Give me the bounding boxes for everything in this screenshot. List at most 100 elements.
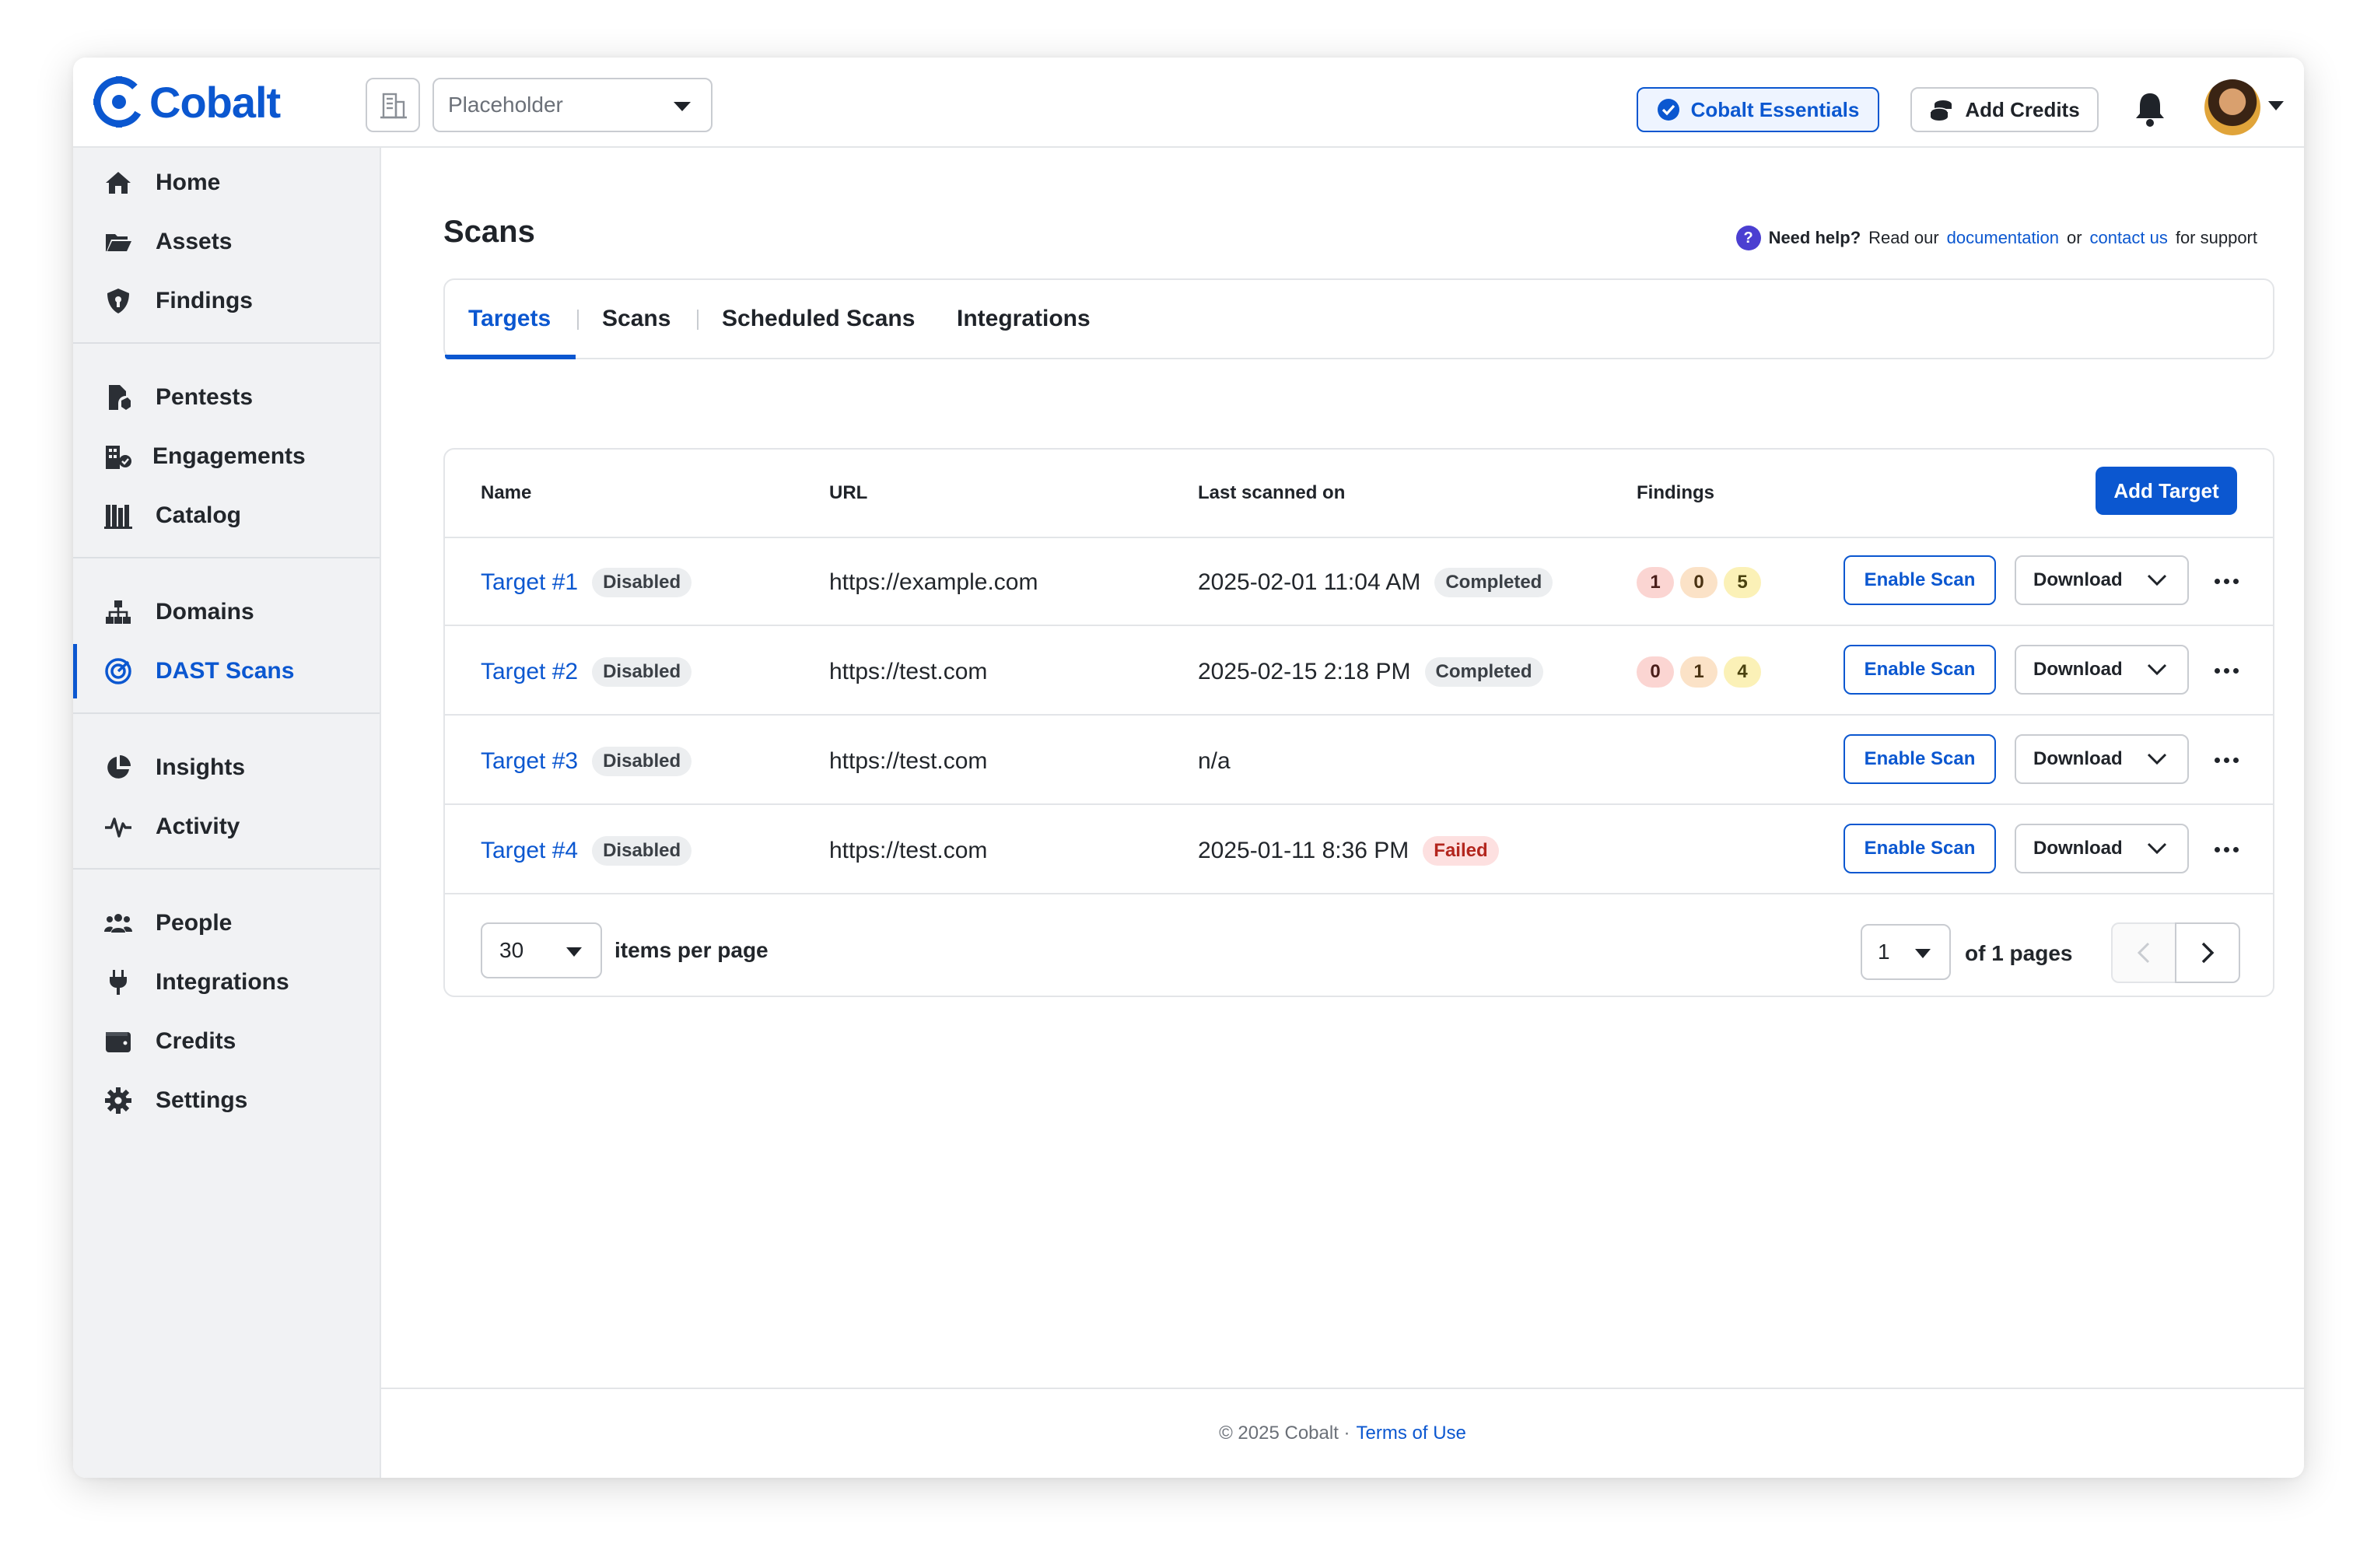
help-pre: Read our — [1868, 228, 1939, 247]
sidebar-item-label: Assets — [156, 229, 233, 254]
sidebar-divider — [73, 868, 380, 870]
sidebar-item-pentests[interactable]: Pentests — [73, 370, 380, 425]
chevron-left-icon — [2137, 942, 2150, 964]
sidebar-item-catalog[interactable]: Catalog — [73, 488, 380, 543]
caret-down-icon[interactable] — [2268, 101, 2284, 110]
chevron-down-icon — [2147, 842, 2167, 855]
sidebar-item-people[interactable]: People — [73, 896, 380, 950]
target-name-cell: Target #3 Disabled — [481, 717, 692, 805]
organization-icon-button[interactable] — [366, 78, 420, 132]
contact-us-link[interactable]: contact us — [2090, 228, 2168, 248]
gear-icon — [105, 1087, 131, 1114]
sidebar-item-label: Home — [156, 170, 221, 195]
download-dropdown[interactable]: Download — [2015, 824, 2189, 873]
sidebar-item-label: Catalog — [156, 502, 242, 528]
enable-scan-button[interactable]: Enable Scan — [1844, 734, 1996, 784]
sidebar-item-activity[interactable]: Activity — [73, 800, 380, 854]
bell-icon[interactable] — [2133, 90, 2167, 128]
enable-scan-button[interactable]: Enable Scan — [1844, 645, 1996, 695]
sidebar-item-credits[interactable]: Credits — [73, 1014, 380, 1069]
terms-of-use-link[interactable]: Terms of Use — [1357, 1423, 1466, 1444]
footer-copyright: © 2025 Cobalt · — [1219, 1423, 1350, 1444]
sidebar-item-assets[interactable]: Assets — [73, 215, 380, 269]
column-header-url[interactable]: URL — [829, 482, 867, 504]
download-dropdown[interactable]: Download — [2015, 555, 2189, 605]
sidebar-item-label: People — [156, 910, 233, 936]
cobalt-logo[interactable]: Cobalt — [93, 76, 281, 128]
tab-scans[interactable]: Scans — [602, 280, 671, 358]
shield-icon — [107, 289, 129, 313]
download-dropdown[interactable]: Download — [2015, 645, 2189, 695]
download-label: Download — [2033, 569, 2123, 590]
tab-integrations[interactable]: Integrations — [957, 280, 1091, 358]
table-row: Target #3 Disabled https://test.com n/a … — [445, 717, 2273, 805]
target-link[interactable]: Target #4 — [481, 838, 578, 864]
url-cell: https://test.com — [829, 837, 988, 863]
last-scanned-cell: 2025-01-11 8:36 PM Failed — [1198, 807, 1499, 894]
add-target-button[interactable]: Add Target — [2096, 467, 2237, 515]
more-options-icon[interactable] — [2211, 569, 2242, 593]
url-cell: https://test.com — [829, 658, 988, 684]
more-options-icon[interactable] — [2211, 748, 2242, 772]
target-link[interactable]: Target #2 — [481, 659, 578, 685]
sidebar-item-label: Integrations — [156, 969, 289, 995]
sidebar-item-integrations[interactable]: Integrations — [73, 955, 380, 1010]
page-select[interactable]: 1 — [1861, 924, 1951, 980]
sidebar-item-findings[interactable]: Findings — [73, 274, 380, 328]
targets-table: Name URL Last scanned on Findings Add Ta… — [443, 448, 2274, 997]
plug-icon — [110, 970, 127, 995]
disabled-badge: Disabled — [592, 746, 692, 776]
user-avatar[interactable] — [2204, 79, 2260, 135]
top-bar: Cobalt Placeholder Cobalt Essentials Add… — [73, 58, 2304, 148]
sidebar-item-settings[interactable]: Settings — [73, 1073, 380, 1128]
enable-scan-button[interactable]: Enable Scan — [1844, 555, 1996, 605]
tab-bar: Targets Scans Scheduled Scans Integratio… — [443, 278, 2274, 359]
folder-icon — [106, 234, 131, 251]
download-label: Download — [2033, 659, 2123, 680]
findings-cell: 1 0 5 — [1637, 538, 1767, 626]
catalog-icon — [104, 505, 132, 529]
column-header-findings[interactable]: Findings — [1637, 482, 1714, 504]
disabled-badge: Disabled — [592, 567, 692, 597]
add-credits-button[interactable]: Add Credits — [1910, 87, 2099, 132]
table-header: Name URL Last scanned on Findings Add Ta… — [445, 450, 2273, 538]
caret-down-icon — [674, 102, 691, 111]
column-header-last-scanned[interactable]: Last scanned on — [1198, 482, 1345, 504]
status-badge: Completed — [1424, 656, 1543, 687]
active-tab-indicator — [445, 355, 576, 359]
sidebar-item-insights[interactable]: Insights — [73, 740, 380, 795]
page-select-value: 1 — [1878, 940, 1890, 964]
url-cell: https://example.com — [829, 569, 1038, 595]
sidebar-item-dast-scans[interactable]: DAST Scans — [73, 644, 380, 698]
documentation-link[interactable]: documentation — [1947, 228, 2059, 248]
target-link[interactable]: Target #3 — [481, 748, 578, 775]
wallet-icon — [106, 1032, 131, 1052]
tab-scheduled-scans[interactable]: Scheduled Scans — [722, 280, 915, 358]
findings-count-medium: 4 — [1724, 656, 1761, 688]
sidebar-item-home[interactable]: Home — [73, 156, 380, 210]
more-options-icon[interactable] — [2211, 838, 2242, 861]
findings-count-high: 0 — [1680, 566, 1717, 598]
footer: © 2025 Cobalt · Terms of Use — [381, 1388, 2304, 1478]
next-page-button[interactable] — [2175, 922, 2240, 983]
brand-name: Cobalt — [149, 77, 281, 127]
caret-down-icon — [566, 947, 582, 957]
sidebar-item-domains[interactable]: Domains — [73, 585, 380, 639]
target-link[interactable]: Target #1 — [481, 569, 578, 596]
items-per-page-select[interactable]: 30 — [481, 922, 602, 978]
organization-select-value: Placeholder — [448, 93, 563, 117]
previous-page-button[interactable] — [2111, 922, 2176, 983]
column-header-name[interactable]: Name — [481, 482, 531, 504]
more-options-icon[interactable] — [2211, 659, 2242, 682]
engagements-icon — [106, 446, 131, 469]
table-row: Target #1 Disabled https://example.com 2… — [445, 538, 2273, 626]
sidebar-divider — [73, 342, 380, 344]
sidebar-item-engagements[interactable]: Engagements — [73, 429, 380, 484]
download-dropdown[interactable]: Download — [2015, 734, 2189, 784]
cobalt-essentials-button[interactable]: Cobalt Essentials — [1637, 87, 1879, 132]
findings-count-medium: 5 — [1724, 566, 1761, 598]
enable-scan-button[interactable]: Enable Scan — [1844, 824, 1996, 873]
tab-targets[interactable]: Targets — [468, 280, 551, 358]
sidebar-item-label: Engagements — [152, 443, 306, 469]
organization-select[interactable]: Placeholder — [432, 78, 713, 132]
